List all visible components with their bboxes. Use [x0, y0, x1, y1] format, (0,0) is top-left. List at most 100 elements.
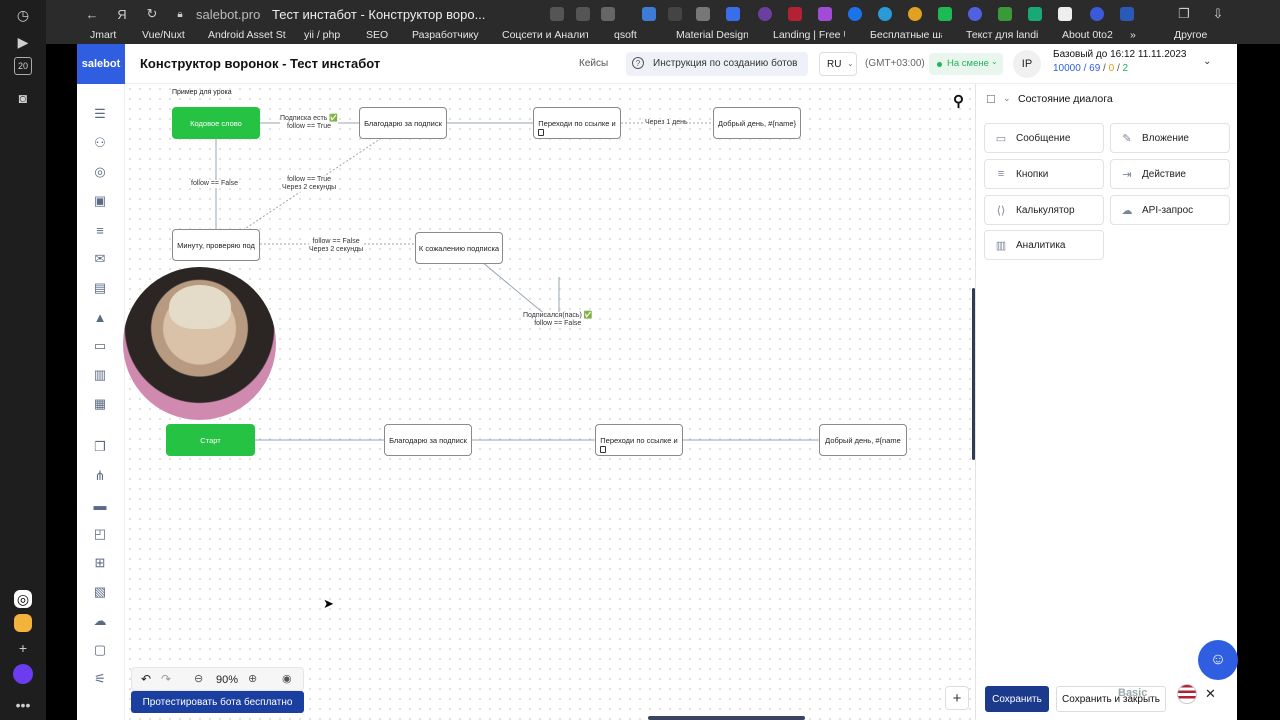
more-icon[interactable]: •••: [11, 693, 35, 717]
ext-square-icon[interactable]: [1058, 7, 1072, 21]
zoom-in-icon[interactable]: ⊕: [248, 672, 257, 685]
instruction-button[interactable]: ? Инструкция по созданию ботов: [626, 52, 808, 76]
node-checking[interactable]: Минуту, проверяю под: [172, 229, 260, 261]
shop-icon[interactable]: ◰: [92, 526, 108, 542]
ext-play-icon[interactable]: [848, 7, 862, 21]
block-message[interactable]: ▭ Сообщение: [984, 123, 1104, 153]
stack-icon[interactable]: ▤: [92, 280, 108, 296]
node-link-2[interactable]: Переходи по ссылке и: [595, 424, 683, 456]
bookmark-other[interactable]: Другое: [1174, 29, 1207, 41]
horizontal-scrollbar[interactable]: [648, 716, 805, 720]
ext-green-icon[interactable]: [938, 7, 952, 21]
ext-globe-icon[interactable]: [1090, 7, 1104, 21]
ext-sync-icon[interactable]: [878, 7, 892, 21]
database-icon[interactable]: ▦: [92, 396, 108, 412]
extension-icon[interactable]: [550, 7, 564, 21]
assistant-icon[interactable]: [13, 664, 33, 684]
calendar-icon[interactable]: 20: [14, 57, 32, 75]
users-icon[interactable]: ⚇: [92, 135, 108, 151]
node-start[interactable]: Старт: [166, 424, 255, 456]
bookmark-icon[interactable]: [601, 7, 615, 21]
sitemap-icon[interactable]: ⋔: [92, 468, 108, 484]
node-good-day-2[interactable]: Добрый день, #{name: [819, 424, 907, 456]
dialog-state-title[interactable]: Состояние диалога: [1018, 93, 1113, 105]
bookmark-more[interactable]: »: [1130, 29, 1136, 41]
block-calculator[interactable]: ⟨⟩ Калькулятор: [984, 195, 1104, 225]
chat-icon[interactable]: ▣: [92, 193, 108, 209]
settings-sliders-icon[interactable]: ⚟: [92, 671, 108, 687]
history-icon[interactable]: ◷: [11, 3, 35, 27]
sidebar-icon[interactable]: [576, 7, 590, 21]
bookmark-social[interactable]: Соцсети и Аналити: [502, 29, 588, 41]
target-icon[interactable]: ◎: [92, 164, 108, 180]
bookmark-dev[interactable]: Разработчику: [412, 29, 479, 41]
save-button[interactable]: Сохранить: [985, 686, 1049, 712]
add-icon[interactable]: +: [11, 636, 35, 660]
search-icon[interactable]: ⚲: [953, 92, 964, 110]
avatar[interactable]: IP: [1013, 50, 1041, 78]
reload-icon[interactable]: ↻: [144, 6, 160, 22]
bookmark-landing[interactable]: Landing | Free UI: [773, 29, 845, 41]
bookmark-yii[interactable]: yii / php: [304, 29, 340, 41]
bookmark-seo[interactable]: SEO: [366, 29, 388, 41]
wallet-icon[interactable]: ▢: [92, 642, 108, 658]
node-link[interactable]: Переходи по ссылке и: [533, 107, 621, 139]
bookmark-free[interactable]: Бесплатные шаб: [870, 29, 942, 41]
plan-chevron-icon[interactable]: ⌄: [1203, 56, 1211, 67]
bookmark-android[interactable]: Android Asset St: [208, 29, 294, 41]
eye-icon[interactable]: ◉: [282, 672, 292, 685]
node-good-day[interactable]: Добрый день, #{name}: [713, 107, 801, 139]
mail-icon[interactable]: ✉: [92, 251, 108, 267]
ext-blue-icon[interactable]: [968, 7, 982, 21]
bookmark-jmart[interactable]: Jmart: [90, 29, 116, 41]
back-icon[interactable]: ←: [84, 6, 100, 22]
node-thanks[interactable]: Благодарю за подписк: [359, 107, 447, 139]
stats-icon[interactable]: ▥: [92, 367, 108, 383]
apps-icon[interactable]: ⊞: [92, 555, 108, 571]
download-icon[interactable]: ⇩: [1210, 6, 1226, 22]
block-api[interactable]: ☁ API-запрос: [1110, 195, 1230, 225]
ext-dots-icon[interactable]: [908, 7, 922, 21]
bookmark-about[interactable]: About 0to2: [1062, 29, 1124, 41]
block-analytics[interactable]: ▥ Аналитика: [984, 230, 1104, 260]
bot-icon[interactable]: ▭: [92, 338, 108, 354]
test-bot-button[interactable]: Протестировать бота бесплатно: [131, 691, 304, 713]
block-attachment[interactable]: ✎ Вложение: [1110, 123, 1230, 153]
add-block-button[interactable]: +: [945, 686, 969, 710]
support-bot-icon[interactable]: ☺: [1198, 640, 1238, 680]
ext-pen-icon[interactable]: [818, 7, 832, 21]
block-buttons[interactable]: ≡ Кнопки: [984, 159, 1104, 189]
zoom-out-icon[interactable]: ⊖: [194, 672, 203, 685]
shift-status[interactable]: На смене ⌄: [929, 53, 1003, 75]
bookmark-qsoft[interactable]: qsoft: [614, 29, 637, 41]
bookmark-text[interactable]: Текст для landing: [966, 29, 1038, 41]
block-action[interactable]: ⇥ Действие: [1110, 159, 1230, 189]
ext-v-icon[interactable]: [726, 7, 740, 21]
bookmark-vue[interactable]: Vue/Nuxt: [142, 29, 185, 41]
card-icon[interactable]: ▬: [92, 497, 108, 513]
funnel-icon[interactable]: ☰: [92, 106, 108, 122]
copy-pages-icon[interactable]: ❐: [92, 439, 108, 455]
yandex-icon[interactable]: Я: [114, 6, 130, 22]
redo-icon[interactable]: ↷: [161, 672, 171, 686]
undo-icon[interactable]: ↶: [141, 672, 151, 686]
app-icon[interactable]: [14, 614, 32, 632]
language-select[interactable]: RU ⌄: [819, 52, 857, 76]
ext-bolt-icon[interactable]: [1120, 7, 1134, 21]
ext-chatgpt-icon[interactable]: [1028, 7, 1042, 21]
state-chevron-icon[interactable]: ⌄: [1003, 93, 1011, 104]
page-tab-title[interactable]: Тест инстабот - Конструктор воро...: [272, 7, 485, 22]
cases-link[interactable]: Кейсы: [579, 58, 608, 69]
funnel-canvas[interactable]: Пример для урока Кодовое слово Благодарю…: [125, 84, 975, 720]
education-icon[interactable]: ▲: [92, 309, 108, 325]
copy-icon[interactable]: ❐: [1176, 6, 1192, 22]
ext-flag-icon[interactable]: [788, 7, 802, 21]
node-keyword[interactable]: Кодовое слово: [172, 107, 260, 139]
instagram-icon[interactable]: ◎: [14, 590, 32, 608]
bookmark-material[interactable]: Material Design C: [676, 29, 748, 41]
node-thanks-2[interactable]: Благодарю за подписк: [384, 424, 472, 456]
address-url[interactable]: salebot.pro: [196, 7, 260, 22]
node-sorry[interactable]: К сожалению подписка: [415, 232, 503, 264]
cloud-upload-icon[interactable]: ☁: [92, 613, 108, 629]
play-icon[interactable]: ▶: [11, 30, 35, 54]
